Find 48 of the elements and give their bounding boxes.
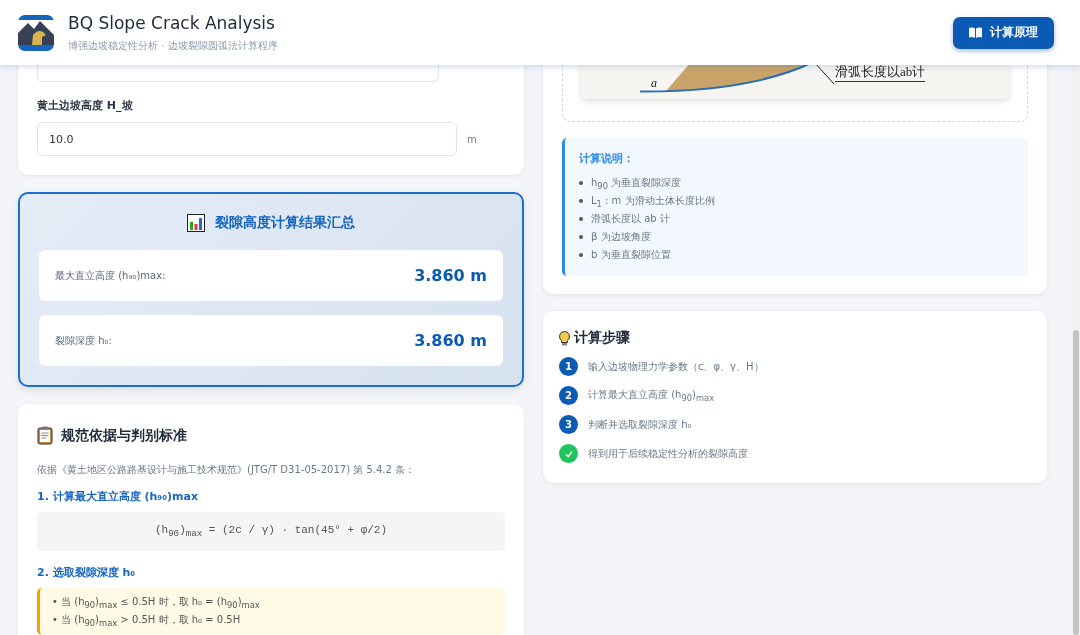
scrollbar[interactable]: [1072, 65, 1080, 635]
norms-intro: 依据《黄土地区公路路基设计与施工技术规范》(JTG/T D31-05-2017) 第 5.4.2 条：: [37, 463, 417, 477]
notes-title: 计算说明：: [579, 151, 635, 166]
rule-text: • 当 (h$_{90}$)$_{max}$ ≤ 0.5H 时，取 h₀ = (h$_{90}$)$_{max}$: [52, 595, 261, 610]
unit-label: m: [467, 133, 477, 145]
rule-text: • 当 (h$_{90}$)$_{max}$ > 0.5H 时，取 h₀ = 0.5H: [52, 613, 242, 628]
principle-button[interactable]: 计算原理: [953, 16, 1054, 49]
result-value: 3.860 m: [414, 331, 487, 350]
step-text: 计算最大直立高度 (h$_{90}$)$_{max}$: [588, 388, 715, 403]
step-number: 3: [559, 415, 578, 434]
check-icon: [559, 444, 578, 463]
logo-icon: [18, 14, 54, 51]
bullet-icon: [579, 181, 583, 185]
result-label: 最大直立高度 (h₉₀)max:: [55, 268, 166, 283]
scrollbar-thumb[interactable]: [1073, 330, 1079, 635]
note-text: b 为垂直裂隙位置: [591, 248, 671, 262]
section-heading: 2. 选取裂隙深度 h₀: [37, 565, 137, 580]
step-number: 1: [559, 357, 578, 376]
norms-title: 规范依据与判别标准: [61, 426, 187, 445]
input-field[interactable]: [37, 65, 439, 82]
clipboard-icon: [37, 426, 53, 445]
note-text: β 为边坡角度: [591, 230, 651, 244]
bar-chart-icon: [187, 214, 205, 232]
app-title: BQ Slope Crack Analysis: [68, 12, 276, 33]
note-text: L$_{1}$ : m 为滑动土体长度比例: [591, 193, 715, 209]
bullet-icon: [579, 235, 583, 239]
bullet-icon: [579, 217, 583, 221]
step-number: 2: [559, 386, 578, 405]
book-icon: [969, 27, 982, 38]
step-text: 判断并选取裂隙深度 h₀: [588, 417, 692, 432]
number-input[interactable]: 10.0: [37, 122, 457, 156]
field-label: 黄土边坡高度 H_坡: [37, 98, 134, 113]
bullet-icon: [579, 199, 583, 203]
results-title: 裂隙高度计算结果汇总: [215, 214, 355, 232]
point-label: a: [651, 76, 657, 91]
note-text: 滑弧长度以 ab 计: [591, 212, 670, 226]
step-text: 得到用于后续稳定性分析的裂隙高度: [588, 446, 748, 461]
note-text: h$_{90}$ 为垂直裂隙深度: [591, 175, 682, 191]
lightbulb-icon: [559, 330, 570, 346]
formula: (h$_{90}$)$_{max}$ = (2c / γ) · tan(45° + φ/2): [37, 512, 505, 551]
steps-title: 计算步骤: [574, 329, 630, 347]
app-subtitle: 博强边坡稳定性分析 · 边坡裂隙圆弧法计算程序: [68, 38, 279, 53]
result-value: 3.860 m: [414, 266, 487, 285]
bullet-icon: [579, 253, 583, 257]
step-text: 输入边坡物理力学参数（c、φ、γ、H）: [588, 359, 764, 374]
arc-label: 滑弧长度以ab计: [835, 63, 926, 82]
section-heading: 1. 计算最大直立高度 (h₉₀)max: [37, 489, 199, 504]
result-label: 裂隙深度 h₀:: [55, 333, 112, 348]
